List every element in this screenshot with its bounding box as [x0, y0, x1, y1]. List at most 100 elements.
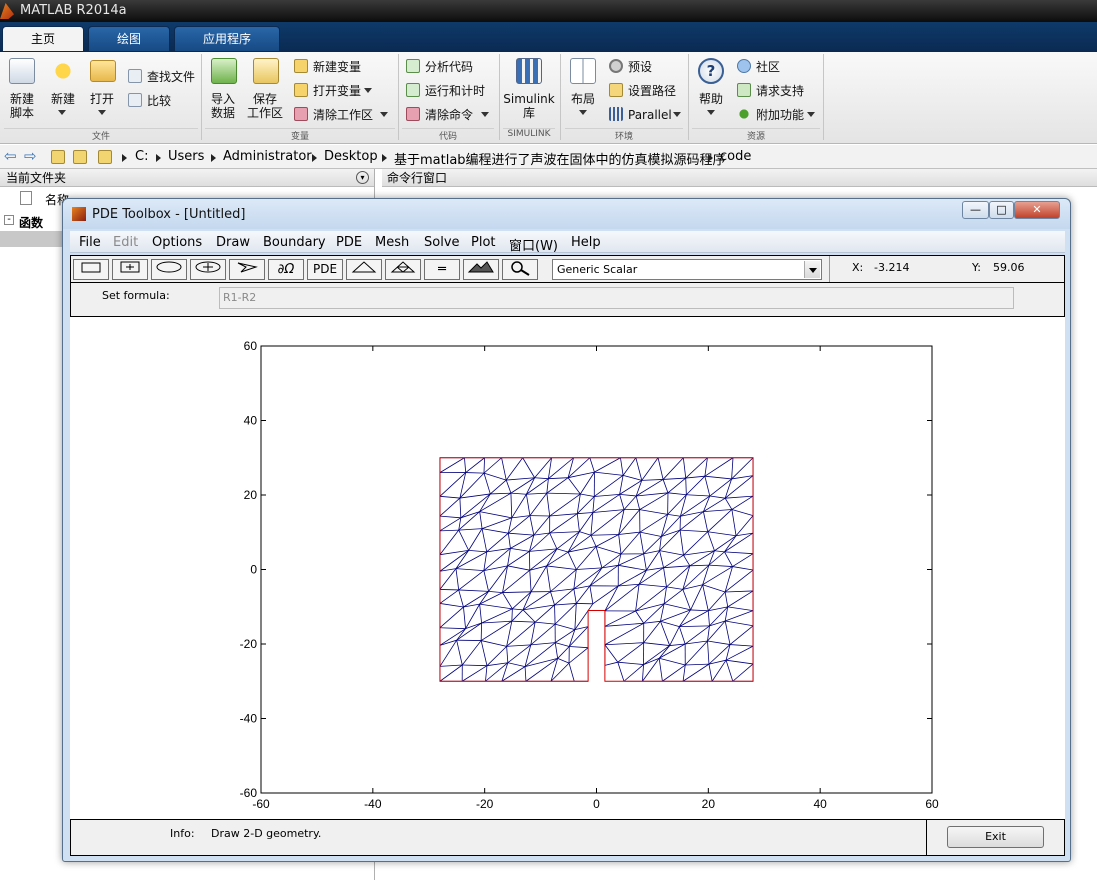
chevron-right-icon[interactable] [382, 154, 387, 162]
path-segment[interactable]: 基于matlab编程进行了声波在固体中的仿真模拟源码程序 [394, 149, 726, 168]
path-segment[interactable]: Administrator [223, 149, 312, 164]
back-arrow-icon[interactable]: ⇦ [4, 147, 17, 165]
request-support-button[interactable]: 请求支持 [756, 84, 804, 98]
menu-mesh[interactable]: Mesh [375, 235, 409, 250]
mesh-edge [568, 471, 595, 479]
clear-commands-dropdown-icon[interactable] [481, 112, 489, 117]
maximize-button[interactable]: □ [989, 201, 1014, 219]
mesh-edge [732, 663, 754, 682]
add-ons-dropdown-icon[interactable] [807, 112, 815, 117]
open-button[interactable]: 打开 [84, 92, 120, 106]
menu-plot[interactable]: Plot [471, 235, 496, 250]
minimize-button[interactable]: — [962, 201, 989, 219]
mesh-edge [490, 479, 507, 495]
analyze-code-button[interactable]: 分析代码 [425, 60, 473, 74]
draw-centered-rectangle-button[interactable] [112, 259, 148, 280]
geometry-plot-area[interactable]: -60 -40 -20 0 20 40 60 -60 -40 -20 0 20 40 60 [70, 317, 1065, 819]
help-dropdown-icon[interactable] [707, 110, 715, 115]
mesh-edge [529, 548, 557, 552]
open-dropdown-icon[interactable] [98, 110, 106, 115]
chevron-down-icon[interactable] [804, 261, 820, 278]
mesh-edge [707, 610, 710, 626]
compare-button[interactable]: 比较 [147, 94, 171, 108]
new-button[interactable]: 新建 [46, 92, 80, 106]
refine-mesh-button[interactable] [385, 259, 421, 280]
clear-workspace-button[interactable]: 清除工作区 [313, 108, 373, 122]
community-button[interactable]: 社区 [756, 60, 780, 74]
mesh-edge [617, 642, 644, 663]
menu-draw[interactable]: Draw [216, 235, 250, 250]
open-variable-dropdown-icon[interactable] [364, 88, 372, 93]
pde-spec-button[interactable]: PDE [307, 259, 343, 280]
new-dropdown-icon[interactable] [58, 110, 66, 115]
layout-dropdown-icon[interactable] [579, 110, 587, 115]
exit-button[interactable]: Exit [947, 826, 1044, 848]
help-button[interactable]: 帮助 [692, 92, 730, 106]
simulink-library-button[interactable]: Simulink 库 [503, 92, 555, 120]
set-path-button[interactable]: 设置路径 [628, 84, 676, 98]
chevron-right-icon[interactable] [211, 154, 216, 162]
pde-title-bar[interactable]: PDE Toolbox - [Untitled] — □ ✕ [63, 199, 1070, 229]
tab-apps[interactable]: 应用程序 [174, 26, 280, 52]
forward-arrow-icon[interactable]: ⇨ [24, 147, 37, 165]
menu-boundary[interactable]: Boundary [263, 235, 326, 250]
browse-folder-icon[interactable] [73, 150, 87, 164]
chevron-right-icon[interactable] [708, 154, 713, 162]
import-label-1: 导入 [210, 92, 235, 106]
save-workspace-button[interactable]: 保存 工作区 [245, 92, 285, 120]
parallel-button[interactable]: Parallel [628, 108, 672, 122]
menu-edit[interactable]: Edit [113, 235, 138, 250]
mesh-edge [573, 588, 577, 604]
collapse-icon[interactable]: - [4, 215, 14, 225]
panel-menu-icon[interactable]: ▾ [356, 171, 369, 184]
tab-home[interactable]: 主页 [2, 26, 84, 52]
clear-commands-button[interactable]: 清除命令 [425, 108, 473, 122]
mesh-edge [455, 551, 487, 569]
new-script-button[interactable]: 新建 脚本 [4, 92, 40, 120]
open-variable-button[interactable]: 打开变量 [313, 84, 361, 98]
selected-file-row[interactable] [0, 231, 62, 247]
menu-help[interactable]: Help [571, 235, 601, 250]
menu-pde[interactable]: PDE [336, 235, 362, 250]
zoom-button[interactable] [502, 259, 538, 280]
new-variable-button[interactable]: 新建变量 [313, 60, 361, 74]
chevron-right-icon[interactable] [156, 154, 161, 162]
path-segment[interactable]: C: [135, 149, 148, 164]
solve-pde-button[interactable]: ═ [424, 259, 460, 280]
mesh-edge [567, 457, 591, 478]
set-formula-input[interactable]: R1-R2 [219, 287, 1014, 309]
y-tick-label: 20 [244, 488, 258, 502]
preferences-button[interactable]: 预设 [628, 60, 652, 74]
run-and-time-button[interactable]: 运行和计时 [425, 84, 485, 98]
menu-options[interactable]: Options [152, 235, 202, 250]
tab-plots[interactable]: 绘图 [88, 26, 170, 52]
parallel-dropdown-icon[interactable] [673, 112, 681, 117]
mesh-plot[interactable]: -60 -40 -20 0 20 40 60-60-40-200204060 [70, 317, 1065, 819]
close-button[interactable]: ✕ [1014, 201, 1060, 219]
mesh-edge [689, 564, 709, 567]
path-segment[interactable]: code [720, 149, 751, 164]
layout-button[interactable]: 布局 [565, 92, 601, 106]
path-segment[interactable]: Users [168, 149, 204, 164]
mesh-edge [549, 513, 578, 534]
draw-ellipse-button[interactable] [151, 259, 187, 280]
chevron-right-icon[interactable] [122, 154, 127, 162]
init-mesh-button[interactable] [346, 259, 382, 280]
draw-centered-ellipse-button[interactable] [190, 259, 226, 280]
up-folder-icon[interactable] [51, 150, 65, 164]
clear-workspace-dropdown-icon[interactable] [380, 112, 388, 117]
plot-solution-button[interactable] [463, 259, 499, 280]
menu-file[interactable]: File [79, 235, 101, 250]
add-ons-button[interactable]: 附加功能 [756, 108, 804, 122]
chevron-right-icon[interactable] [312, 154, 317, 162]
path-segment[interactable]: Desktop [324, 149, 378, 164]
boundary-mode-button[interactable]: ∂Ω [268, 259, 304, 280]
draw-polygon-button[interactable] [229, 259, 265, 280]
find-files-button[interactable]: 查找文件 [147, 70, 195, 84]
menu-window[interactable]: 窗口(W) [509, 235, 558, 254]
application-mode-select[interactable]: Generic Scalar [552, 259, 822, 280]
draw-rectangle-button[interactable] [73, 259, 109, 280]
import-data-button[interactable]: 导入 数据 [205, 92, 241, 120]
mesh-edge [604, 661, 618, 666]
menu-solve[interactable]: Solve [424, 235, 460, 250]
